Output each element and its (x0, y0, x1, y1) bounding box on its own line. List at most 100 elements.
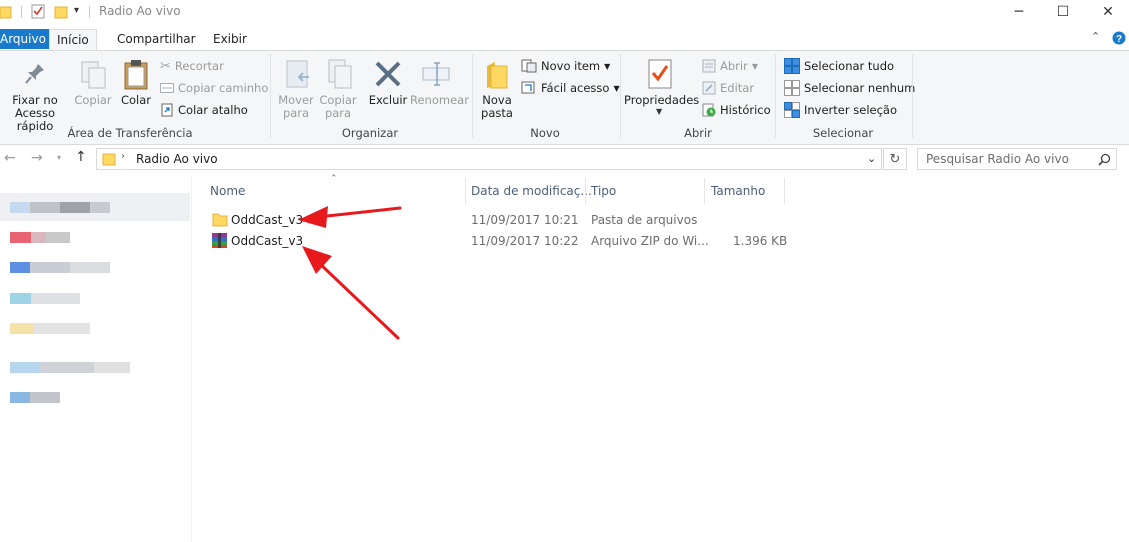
column-header-name[interactable]: Nome (210, 184, 245, 198)
close-button[interactable]: ✕ (1085, 0, 1129, 24)
new-folder-icon[interactable] (54, 4, 68, 20)
sort-ascending-icon: ⌃ (330, 174, 338, 184)
properties-button[interactable]: Propriedades (624, 94, 699, 107)
column-header-date[interactable]: Data de modificaç... (471, 184, 592, 198)
close-icon: ✕ (1102, 4, 1114, 20)
easy-access-button[interactable]: Fácil acesso ▼ (521, 79, 620, 97)
nav-item-blurred[interactable] (10, 392, 60, 403)
search-placeholder: Pesquisar Radio Ao vivo (926, 152, 1069, 166)
cut-button[interactable]: ✂ Recortar (160, 57, 268, 75)
open-label: Abrir (720, 59, 748, 73)
tab-inicio[interactable]: Início (49, 29, 97, 51)
edit-icon (702, 81, 716, 95)
file-type: Pasta de arquivos (591, 213, 698, 227)
collapse-ribbon-icon[interactable]: ⌃ (1091, 30, 1100, 43)
edit-button[interactable]: Editar (702, 79, 771, 97)
select-small-commands: Selecionar tudo Selecionar nenhum Invert… (784, 57, 915, 119)
nav-item-blurred[interactable] (10, 323, 90, 334)
file-size: 1.396 KB (733, 234, 788, 248)
navigation-pane (0, 176, 192, 542)
nav-item-blurred[interactable] (10, 293, 80, 304)
copy-to-icon (328, 59, 352, 89)
dropdown-arrow-icon: ▼ (751, 61, 758, 71)
history-icon (702, 103, 716, 117)
properties-dropdown-icon[interactable]: ▼ (656, 107, 662, 116)
column-divider[interactable] (585, 178, 586, 204)
new-small-commands: Novo item ▼ Fácil acesso ▼ (521, 57, 620, 97)
search-input[interactable]: Pesquisar Radio Ao vivo (917, 148, 1117, 170)
window-title: Radio Ao vivo (99, 4, 181, 18)
move-to-button[interactable]: Mover para (276, 94, 316, 120)
new-folder-label-line2: pasta (481, 106, 513, 120)
recent-locations-icon[interactable]: ▾ (57, 153, 61, 162)
properties-check-icon[interactable] (31, 4, 47, 20)
select-all-icon (784, 58, 800, 74)
new-item-button[interactable]: Novo item ▼ (521, 57, 620, 75)
paste-clipboard-icon (124, 60, 148, 90)
pin-icon (25, 64, 44, 84)
winrar-archive-icon (212, 233, 227, 248)
maximize-icon: ☐ (1056, 4, 1070, 20)
select-none-label: Selecionar nenhum (804, 81, 916, 95)
minimize-icon: ─ (1014, 4, 1024, 20)
nav-item-blurred[interactable] (10, 232, 70, 243)
delete-button[interactable]: Excluir (366, 94, 410, 107)
paste-shortcut-button[interactable]: Colar atalho (160, 101, 268, 119)
clipboard-group-label: Área de Transferência (67, 126, 193, 140)
breadcrumb-current[interactable]: Radio Ao vivo (136, 152, 218, 166)
column-divider[interactable] (465, 178, 466, 204)
copy-button[interactable]: Copiar (74, 94, 112, 107)
move-label-line2: para (282, 106, 310, 120)
address-bar[interactable]: › Radio Ao vivo ⌄ (96, 148, 882, 170)
new-folder-large-icon (487, 62, 508, 89)
search-icon (1098, 153, 1111, 166)
group-divider (912, 54, 913, 138)
open-button[interactable]: Abrir ▼ (702, 57, 771, 75)
tab-exibir[interactable]: Exibir (206, 29, 254, 49)
nav-item-blurred[interactable] (10, 202, 110, 213)
copy-to-button[interactable]: Copiar para (318, 94, 358, 120)
select-none-icon (784, 80, 800, 96)
breadcrumb-chevron-icon: › (121, 151, 125, 162)
easy-access-label: Fácil acesso (541, 81, 610, 95)
copy-path-button[interactable]: Copiar caminho (160, 79, 268, 97)
tab-compartilhar[interactable]: Compartilhar (110, 29, 203, 49)
select-none-button[interactable]: Selecionar nenhum (784, 79, 915, 97)
column-divider[interactable] (784, 178, 785, 204)
paste-shortcut-label: Colar atalho (178, 103, 248, 117)
paste-shortcut-icon (161, 103, 173, 117)
help-icon[interactable]: ? (1112, 31, 1126, 45)
history-button[interactable]: Histórico (702, 101, 771, 119)
organize-group-label: Organizar (341, 126, 399, 140)
refresh-icon[interactable]: ↻ (883, 148, 907, 170)
minimize-button[interactable]: ─ (996, 0, 1042, 24)
group-divider (472, 54, 473, 138)
tab-arquivo[interactable]: Arquivo (0, 29, 50, 49)
nav-item-blurred[interactable] (10, 262, 110, 273)
move-to-icon (286, 60, 309, 88)
file-date: 11/09/2017 10:22 (471, 234, 579, 248)
column-header-type[interactable]: Tipo (591, 184, 616, 198)
nav-item-blurred[interactable] (10, 362, 130, 373)
select-all-button[interactable]: Selecionar tudo (784, 57, 915, 75)
customize-quick-access-icon[interactable]: ▾ (74, 5, 79, 16)
maximize-button[interactable]: ☐ (1040, 0, 1086, 24)
cut-label: Recortar (174, 59, 224, 73)
edit-label: Editar (720, 81, 755, 95)
invert-selection-button[interactable]: Inverter seleção (784, 101, 915, 119)
paste-button[interactable]: Colar (118, 94, 154, 107)
column-header-size[interactable]: Tamanho (711, 184, 765, 198)
invert-selection-label: Inverter seleção (804, 103, 897, 117)
up-arrow-icon[interactable]: ↑ (75, 149, 87, 165)
copy-path-icon (160, 83, 174, 93)
rename-button[interactable]: Renomear (410, 94, 469, 107)
address-dropdown-icon[interactable]: ⌄ (867, 152, 876, 165)
scissors-icon: ✂ (160, 58, 171, 74)
new-folder-button[interactable]: Nova pasta (478, 94, 516, 120)
column-divider[interactable] (704, 178, 705, 204)
forward-arrow-icon[interactable]: → (31, 150, 43, 166)
file-date: 11/09/2017 10:21 (471, 213, 579, 227)
annotation-arrows (298, 206, 402, 340)
select-group-label: Selecionar (812, 126, 874, 140)
back-arrow-icon[interactable]: ← (4, 150, 16, 166)
